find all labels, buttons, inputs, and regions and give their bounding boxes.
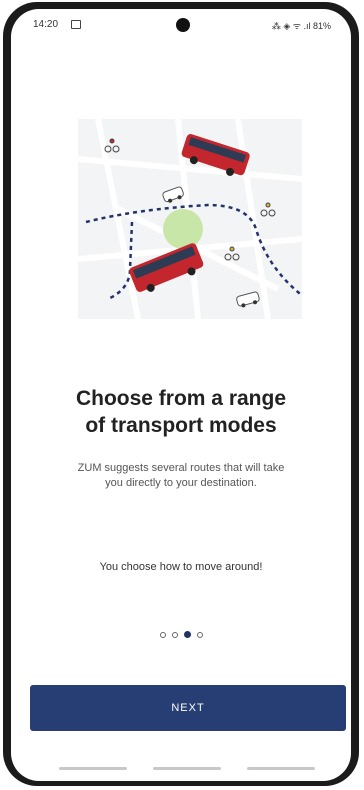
status-icons: ⁂ ◈ ᯤ .ıl 81%: [271, 21, 331, 31]
status-bar: 14:20 ⁂ ◈ ᯤ .ıl 81%: [11, 9, 351, 39]
page-dot-2[interactable]: [171, 632, 178, 638]
page-dot-1[interactable]: [159, 632, 166, 638]
page-dot-4[interactable]: [196, 632, 203, 638]
title-line: Choose from a range: [75, 387, 287, 410]
camera-icon: [176, 18, 190, 32]
status-time: 14:20: [33, 19, 59, 30]
title-line: of transport modes: [85, 414, 277, 437]
image-icon: [71, 20, 81, 29]
nav-bar-segment: [153, 767, 221, 770]
page-indicator: [11, 631, 351, 638]
onboarding-tagline: You choose how to move around!: [99, 561, 263, 573]
transport-map-illustration: [78, 119, 302, 319]
map-park: [163, 209, 203, 249]
nav-bar-segment: [247, 767, 315, 770]
onboarding-subtitle: ZUM suggests several routes that will ta…: [77, 462, 285, 489]
nav-bar-segment: [59, 767, 127, 770]
onboarding-title: Choose from a range of transport modes: [11, 385, 351, 439]
app-screen: 14:20 ⁂ ◈ ᯤ .ıl 81% Choose from a range …: [11, 9, 351, 781]
page-dot-3[interactable]: [183, 631, 191, 638]
phone-frame: 14:20 ⁂ ◈ ᯤ .ıl 81% Choose from a range …: [3, 2, 359, 786]
next-button[interactable]: NEXT: [30, 685, 346, 731]
